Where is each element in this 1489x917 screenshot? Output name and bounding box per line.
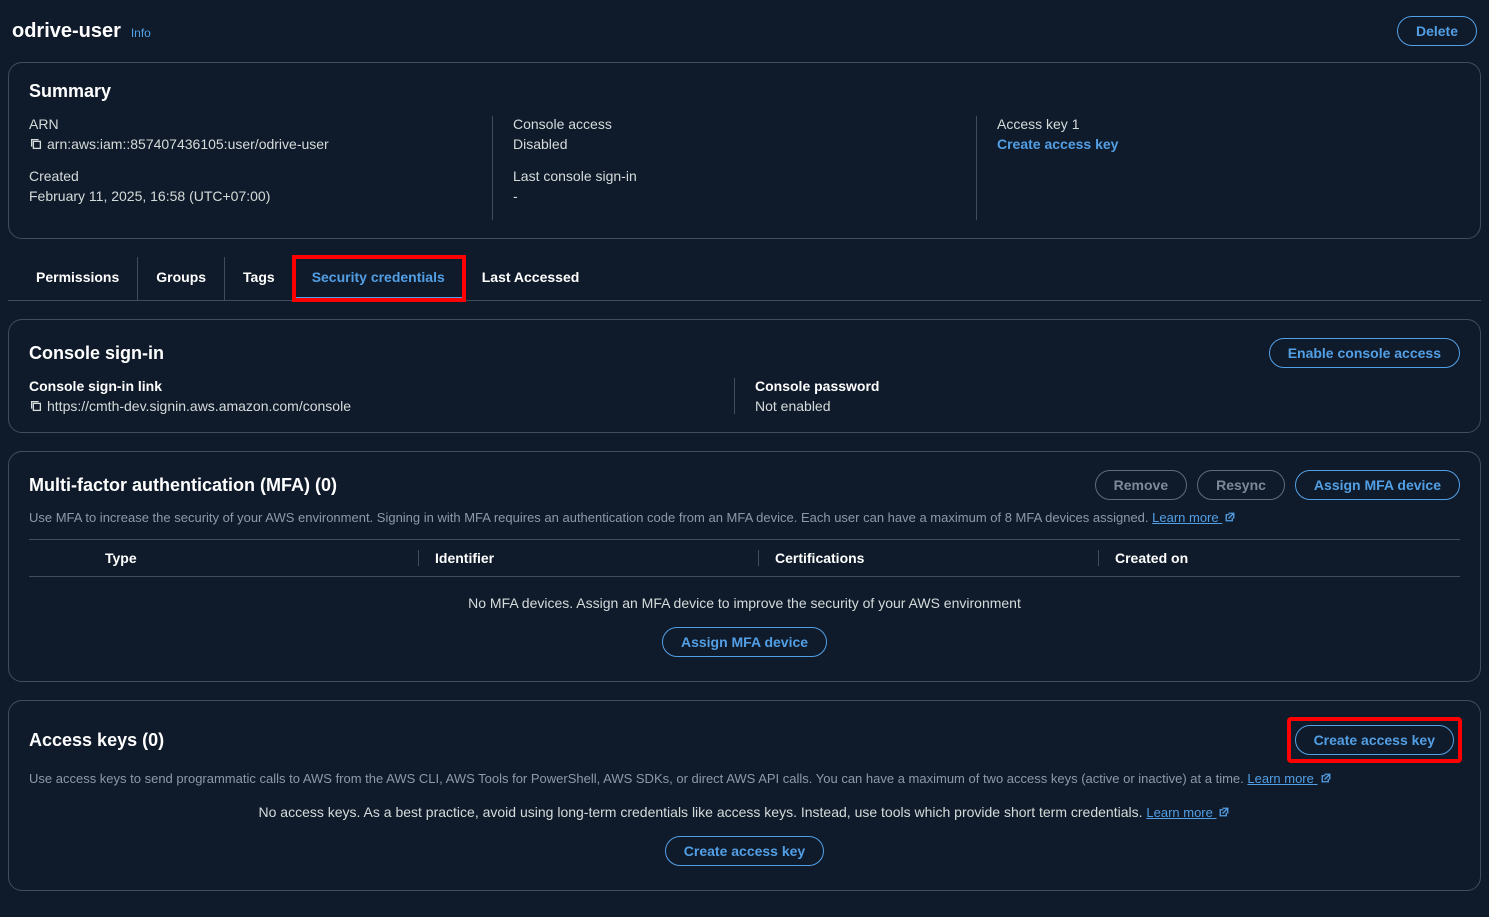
summary-grid: ARN arn:aws:iam::857407436105:user/odriv…: [29, 116, 1460, 220]
last-signin-label: Last console sign-in: [513, 168, 956, 184]
access-keys-title: Access keys (0): [29, 730, 164, 751]
create-access-key-link[interactable]: Create access key: [997, 136, 1440, 152]
mfa-col-type: Type: [89, 550, 419, 566]
created-value: February 11, 2025, 16:58 (UTC+07:00): [29, 188, 472, 204]
mfa-col-identifier: Identifier: [419, 550, 759, 566]
create-access-key-highlight: Create access key: [1289, 719, 1460, 761]
assign-mfa-device-button[interactable]: Assign MFA device: [1295, 470, 1460, 500]
arn-value: arn:aws:iam::857407436105:user/odrive-us…: [29, 136, 472, 152]
console-password-block: Console password Not enabled: [734, 378, 1460, 414]
console-access-label: Console access: [513, 116, 956, 132]
info-link[interactable]: Info: [131, 26, 151, 40]
tab-permissions[interactable]: Permissions: [18, 257, 138, 300]
access-keys-learn-more-link[interactable]: Learn more: [1247, 771, 1331, 786]
delete-button[interactable]: Delete: [1397, 16, 1477, 46]
last-signin-value: -: [513, 188, 956, 204]
copy-icon[interactable]: [29, 137, 43, 151]
copy-icon[interactable]: [29, 399, 43, 413]
remove-mfa-button: Remove: [1095, 470, 1187, 500]
mfa-title: Multi-factor authentication (MFA) (0): [29, 475, 337, 496]
tab-last-accessed[interactable]: Last Accessed: [464, 257, 598, 300]
created-label: Created: [29, 168, 472, 184]
resync-mfa-button: Resync: [1197, 470, 1285, 500]
page-title-wrap: odrive-user Info: [12, 20, 151, 43]
summary-title: Summary: [29, 81, 1460, 102]
summary-panel: Summary ARN arn:aws:iam::857407436105:us…: [8, 62, 1481, 239]
console-signin-panel: Console sign-in Enable console access Co…: [8, 319, 1481, 433]
mfa-empty-message: No MFA devices. Assign an MFA device to …: [29, 577, 1460, 621]
page-header: odrive-user Info Delete: [8, 8, 1481, 62]
summary-col-1: ARN arn:aws:iam::857407436105:user/odriv…: [29, 116, 492, 220]
console-signin-title: Console sign-in: [29, 343, 164, 364]
tab-groups[interactable]: Groups: [138, 257, 225, 300]
create-access-key-button[interactable]: Create access key: [1295, 725, 1454, 755]
mfa-col-created-on: Created on: [1099, 550, 1460, 566]
summary-col-2: Console access Disabled Last console sig…: [492, 116, 976, 220]
assign-mfa-device-button-center[interactable]: Assign MFA device: [662, 627, 827, 657]
console-password-value: Not enabled: [755, 398, 1460, 414]
external-link-icon: [1218, 806, 1230, 818]
mfa-col-certifications: Certifications: [759, 550, 1099, 566]
tabs: Permissions Groups Tags Security credent…: [8, 257, 1481, 301]
mfa-panel: Multi-factor authentication (MFA) (0) Re…: [8, 451, 1481, 682]
access-keys-empty-message: No access keys. As a best practice, avoi…: [29, 786, 1460, 830]
console-access-value: Disabled: [513, 136, 956, 152]
mfa-table-header: Type Identifier Certifications Created o…: [29, 539, 1460, 577]
mfa-description: Use MFA to increase the security of your…: [29, 510, 1460, 525]
access-keys-learn-more-link-2[interactable]: Learn more: [1146, 805, 1230, 820]
arn-text: arn:aws:iam::857407436105:user/odrive-us…: [47, 136, 329, 152]
page-title: odrive-user: [12, 20, 121, 42]
arn-label: ARN: [29, 116, 472, 132]
access-keys-description: Use access keys to send programmatic cal…: [29, 771, 1460, 786]
external-link-icon: [1224, 511, 1236, 523]
signin-link-text: https://cmth-dev.signin.aws.amazon.com/c…: [47, 398, 351, 414]
signin-link-block: Console sign-in link https://cmth-dev.si…: [29, 378, 734, 414]
tab-security-credentials[interactable]: Security credentials: [294, 257, 464, 300]
access-key-label: Access key 1: [997, 116, 1440, 132]
summary-col-3: Access key 1 Create access key: [976, 116, 1460, 220]
enable-console-access-button[interactable]: Enable console access: [1269, 338, 1460, 368]
access-keys-panel: Access keys (0) Create access key Use ac…: [8, 700, 1481, 891]
create-access-key-button-center[interactable]: Create access key: [665, 836, 824, 866]
signin-link-value: https://cmth-dev.signin.aws.amazon.com/c…: [29, 398, 734, 414]
console-password-label: Console password: [755, 378, 1460, 394]
tab-tags[interactable]: Tags: [225, 257, 294, 300]
signin-link-label: Console sign-in link: [29, 378, 734, 394]
mfa-learn-more-link[interactable]: Learn more: [1152, 510, 1236, 525]
